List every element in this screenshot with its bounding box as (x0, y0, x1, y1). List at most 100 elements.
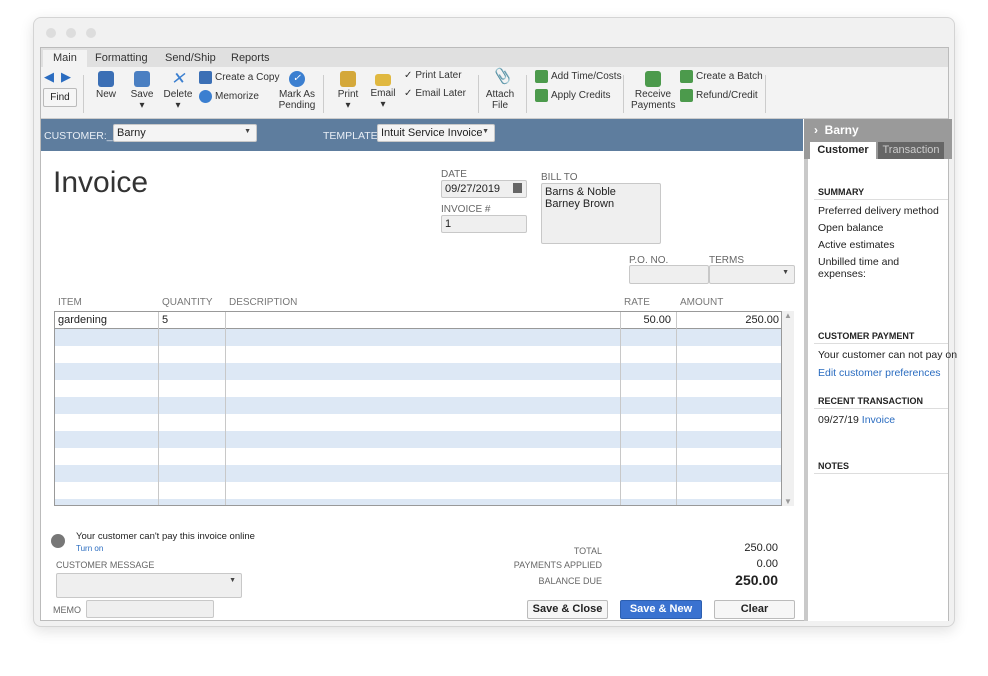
check-circle-icon: ✓ (289, 71, 305, 87)
print-later-checkbox[interactable]: ✓ Print Later (404, 70, 462, 81)
total-value: 250.00 (744, 542, 778, 554)
mark-pending-button[interactable]: ✓ Mark As Pending (275, 71, 319, 111)
table-row[interactable] (55, 363, 781, 380)
new-doc-icon (98, 71, 114, 87)
table-row[interactable] (55, 346, 781, 363)
recent-invoice-link[interactable]: Invoice (862, 414, 895, 426)
checkmark-icon: ✓ (404, 70, 413, 81)
summary-item: Open balance (818, 222, 884, 234)
checkmark-icon: ✓ (404, 88, 413, 99)
create-batch-button[interactable]: Create a Batch (680, 70, 763, 83)
customer-label: CUSTOMER:_ (44, 130, 113, 142)
bill-to-field[interactable]: Barns & Noble Barney Brown (541, 183, 661, 244)
edit-preferences-link[interactable]: Edit customer preferences (818, 367, 941, 379)
ribbon-tabs: Main Formatting Send/Ship Reports (41, 48, 948, 67)
refund-credit-button[interactable]: Refund/Credit (680, 89, 758, 102)
customer-message-label: CUSTOMER MESSAGE (56, 560, 155, 570)
create-copy-button[interactable]: Create a Copy (199, 71, 279, 84)
envelope-icon (375, 74, 391, 86)
apply-credits-button[interactable]: Apply Credits (535, 89, 610, 102)
table-row[interactable] (55, 329, 781, 346)
customer-payment-heading: CUSTOMER PAYMENT (818, 331, 915, 341)
customer-dropdown[interactable]: Barny (113, 124, 257, 142)
item-cell[interactable]: gardening (58, 314, 107, 326)
find-button[interactable]: Find (43, 88, 77, 107)
save-button[interactable]: Save ▾ (129, 71, 155, 111)
template-dropdown[interactable]: Intuit Service Invoice (377, 124, 495, 142)
terms-dropdown[interactable] (709, 265, 795, 284)
summary-item: Unbilled time and expenses: (818, 256, 900, 280)
calendar-icon[interactable] (513, 183, 522, 193)
tab-send-ship[interactable]: Send/Ship (155, 50, 226, 67)
receive-payments-button[interactable]: Receive Payments (631, 71, 675, 111)
refund-icon (680, 89, 693, 102)
turn-on-link[interactable]: Turn on (76, 544, 103, 553)
memo-field[interactable] (86, 600, 214, 618)
window-dot[interactable] (46, 28, 56, 38)
recent-date: 09/27/19 (818, 414, 859, 426)
column-header-description[interactable]: DESCRIPTION (229, 297, 297, 308)
amount-cell[interactable]: 250.00 (745, 314, 779, 326)
table-scrollbar[interactable]: ▲ ▼ (782, 311, 794, 506)
chevron-right-icon[interactable]: › (814, 123, 818, 137)
toolbar: ◀ ▶ Find New Save ▾ ✕ Delete ▾ Create a Cop… (41, 67, 948, 119)
page-title: Invoice (53, 166, 149, 199)
table-row[interactable]: gardening 5 50.00 250.00 (55, 312, 781, 329)
save-close-button[interactable]: Save & Close (527, 600, 608, 619)
customer-sidebar: › Barny Customer Transaction SUMMARY Pre… (804, 119, 957, 621)
print-button[interactable]: Print ▾ (335, 71, 361, 111)
back-arrow-icon[interactable]: ◀ (44, 69, 54, 85)
memo-label: MEMO (53, 605, 81, 615)
payment-text: Your customer can not pay on (818, 349, 958, 361)
clear-button[interactable]: Clear (714, 600, 795, 619)
table-row[interactable] (55, 431, 781, 448)
quantity-cell[interactable]: 5 (162, 314, 168, 326)
scroll-down-icon[interactable]: ▼ (782, 497, 794, 506)
column-header-rate[interactable]: RATE (624, 297, 650, 308)
sidebar-title[interactable]: › Barny (814, 123, 859, 137)
table-row[interactable] (55, 482, 781, 499)
memorize-button[interactable]: Memorize (199, 90, 259, 103)
forward-arrow-icon[interactable]: ▶ (61, 69, 71, 85)
delete-button[interactable]: ✕ Delete ▾ (163, 69, 193, 111)
po-number-field[interactable] (629, 265, 709, 284)
column-header-item[interactable]: ITEM (58, 297, 82, 308)
email-button[interactable]: Email ▾ (369, 71, 397, 110)
new-button[interactable]: New (93, 71, 119, 100)
window-dot[interactable] (86, 28, 96, 38)
column-header-amount[interactable]: AMOUNT (680, 297, 723, 308)
save-icon (134, 71, 150, 87)
save-new-button[interactable]: Save & New (620, 600, 702, 619)
tab-formatting[interactable]: Formatting (85, 50, 158, 67)
table-row[interactable] (55, 414, 781, 431)
template-label: TEMPLATE (323, 130, 378, 142)
payments-applied-value: 0.00 (756, 558, 778, 570)
customer-message-dropdown[interactable] (56, 573, 242, 598)
rate-cell[interactable]: 50.00 (643, 314, 671, 326)
line-items-table: gardening 5 50.00 250.00 (54, 311, 782, 506)
attach-file-button[interactable]: 📎 Attach File (485, 69, 515, 111)
table-row[interactable] (55, 397, 781, 414)
table-row[interactable] (55, 499, 781, 505)
money-plus-icon (535, 89, 548, 102)
column-header-quantity[interactable]: QUANTITY (162, 297, 213, 308)
delete-x-icon: ✕ (170, 69, 186, 88)
date-field[interactable]: 09/27/2019 (441, 180, 527, 198)
window-dot[interactable] (66, 28, 76, 38)
summary-item: Preferred delivery method (818, 205, 939, 217)
invoice-number-field[interactable]: 1 (441, 215, 527, 233)
tab-customer[interactable]: Customer (810, 142, 876, 159)
batch-icon (680, 70, 693, 83)
table-row[interactable] (55, 465, 781, 482)
invoice-number-label: INVOICE # (441, 204, 491, 215)
scroll-up-icon[interactable]: ▲ (782, 311, 794, 320)
tab-transaction[interactable]: Transaction (878, 142, 944, 159)
table-row[interactable] (55, 380, 781, 397)
tab-reports[interactable]: Reports (221, 50, 280, 67)
table-row[interactable] (55, 448, 781, 465)
tab-main[interactable]: Main (43, 50, 87, 67)
balance-due-label: BALANCE DUE (538, 576, 602, 586)
customer-bar: CUSTOMER:_ Barny TEMPLATE Intuit Service… (41, 119, 803, 151)
email-later-checkbox[interactable]: ✓ Email Later (404, 88, 466, 99)
add-time-costs-button[interactable]: Add Time/Costs (535, 70, 622, 83)
